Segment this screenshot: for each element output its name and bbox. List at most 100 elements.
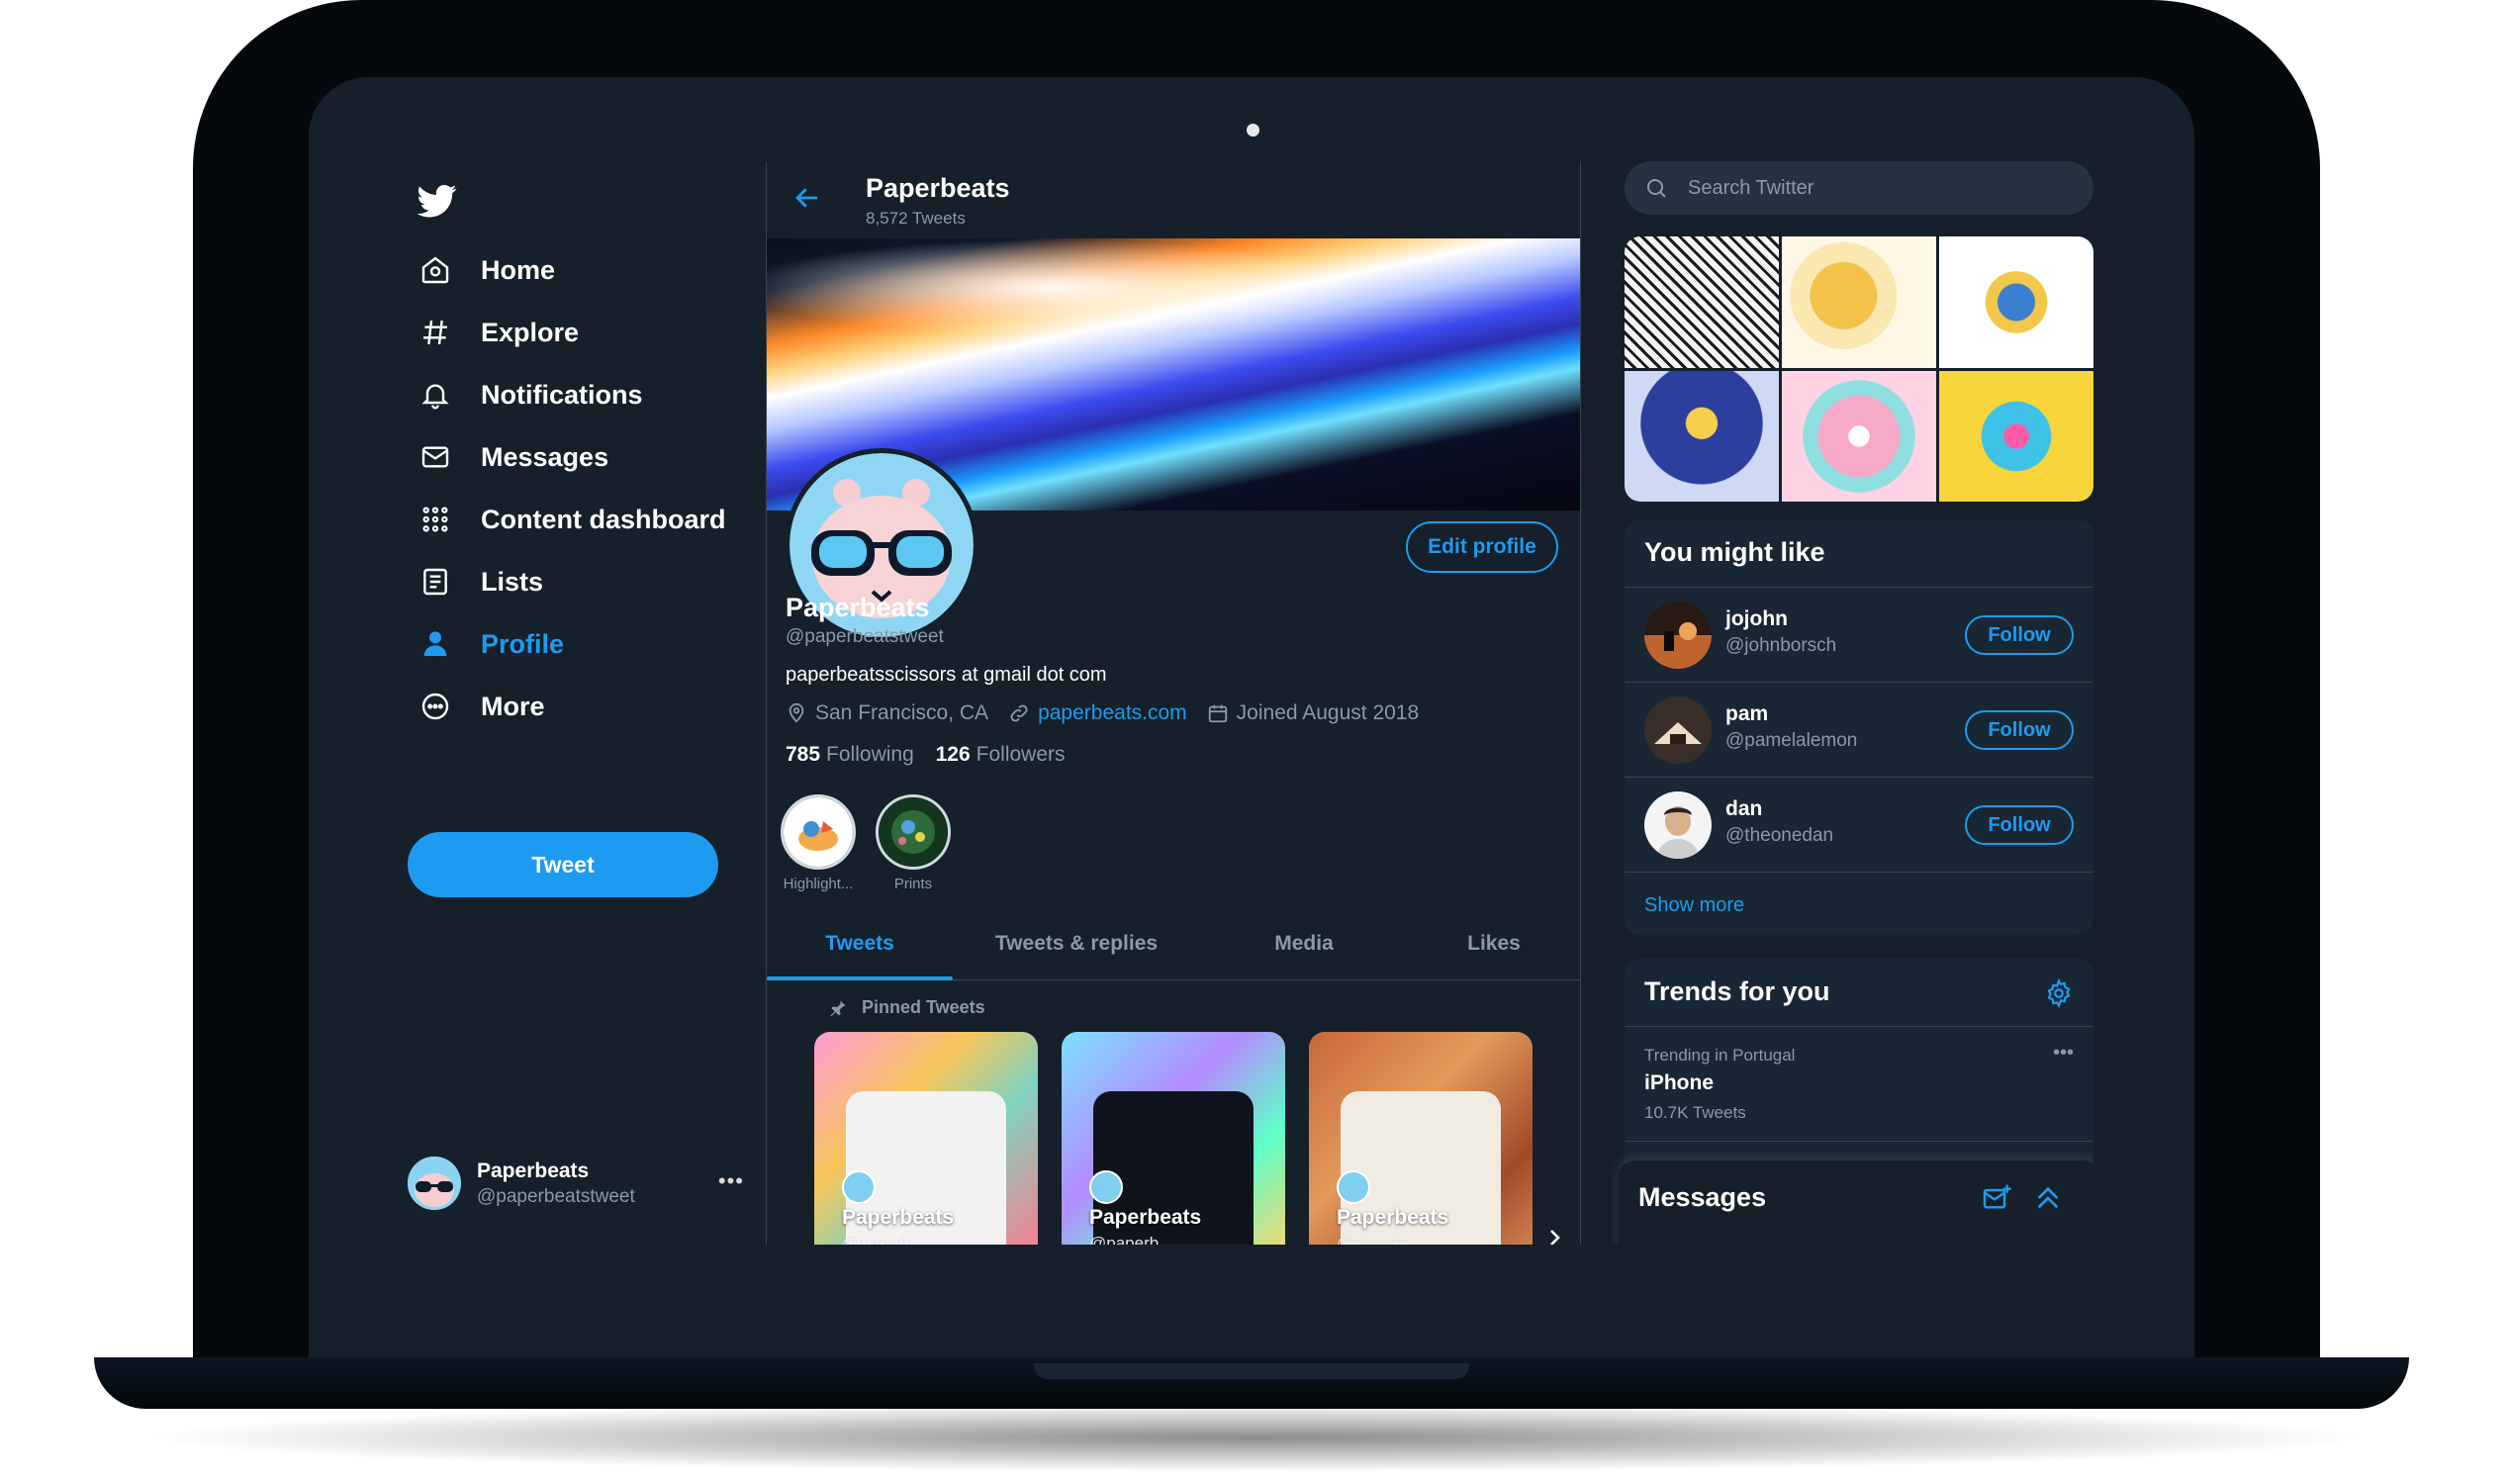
show-more-link[interactable]: Show more <box>1644 894 1744 917</box>
profile-joined: Joined August 2018 <box>1207 701 1420 725</box>
new-message-icon[interactable] <box>1981 1182 2012 1214</box>
nav-item-notifications[interactable]: Notifications <box>418 370 643 419</box>
account-menu-icon[interactable]: ••• <box>718 1168 744 1194</box>
divider <box>1625 1026 2093 1027</box>
nav-label-notifications: Notifications <box>481 379 643 410</box>
website-link[interactable]: paperbeats.com <box>1038 701 1187 725</box>
account-avatar <box>408 1157 461 1210</box>
highlight-thumbnail <box>876 794 951 870</box>
search-bar[interactable] <box>1625 161 2093 215</box>
search-input[interactable] <box>1686 175 2046 201</box>
nav-item-messages[interactable]: Messages <box>418 432 608 482</box>
media-thumbnail[interactable] <box>1939 370 2093 502</box>
suggestion-row[interactable]: dan @theonedan Follow <box>1625 777 2093 873</box>
nav-item-explore[interactable]: Explore <box>418 308 579 357</box>
media-thumbnail[interactable] <box>1625 370 1779 502</box>
nav-item-home[interactable]: Home <box>418 245 555 295</box>
tweet-button[interactable]: Tweet <box>408 832 718 897</box>
right-sidebar: You might like jojohn @johnborsch Follow… <box>1619 161 2093 1245</box>
person-icon <box>418 626 453 662</box>
nav-label-more: More <box>481 691 545 721</box>
follow-button[interactable]: Follow <box>1965 710 2074 750</box>
pinned-label: Pinned Tweets <box>862 997 985 1017</box>
pinned-tweet-card[interactable]: Paperbeats @paperb... <box>1309 1032 1533 1245</box>
avatar <box>1644 791 1712 859</box>
nav-label-messages: Messages <box>481 441 609 472</box>
location-pin-icon <box>789 702 804 723</box>
nav-label-lists: Lists <box>481 566 544 597</box>
trends-title: Trends for you <box>1644 976 1830 1006</box>
home-icon <box>418 252 453 288</box>
you-might-like-title: You might like <box>1644 537 1825 567</box>
tweet-count: 8,572 Tweets <box>866 209 966 228</box>
highlight-thumbnail <box>781 794 856 870</box>
suggestion-name: dan <box>1725 797 1763 820</box>
media-thumbnail[interactable] <box>1782 236 1936 368</box>
trend-menu-icon[interactable]: ••• <box>2053 1042 2074 1065</box>
twitter-app: Home Explore Notifications Messages Cont… <box>398 161 2093 1245</box>
avatar <box>1644 602 1712 669</box>
show-more-row[interactable]: Show more <box>1625 872 2093 935</box>
tab-media[interactable]: Media <box>1200 908 1408 979</box>
gear-icon[interactable] <box>2044 977 2074 1009</box>
bell-icon <box>418 377 453 413</box>
tab-likes[interactable]: Likes <box>1408 908 1580 979</box>
following-link[interactable]: 785 Following <box>786 743 914 766</box>
highlight-label: Highlight... <box>783 876 854 892</box>
follow-button[interactable]: Follow <box>1965 805 2074 845</box>
media-thumbnail[interactable] <box>1782 370 1936 502</box>
media-thumbnail[interactable] <box>1625 236 1779 368</box>
nav-item-more[interactable]: More <box>418 682 545 731</box>
tab-tweets-and-replies[interactable]: Tweets & replies <box>953 908 1200 979</box>
joined-text: Joined August 2018 <box>1236 701 1420 724</box>
messages-drawer[interactable]: Messages <box>1619 1160 2093 1245</box>
divider <box>1625 1141 2093 1142</box>
followers-label: Followers <box>976 743 1066 766</box>
twitter-bird-icon[interactable] <box>417 181 457 221</box>
account-switcher[interactable]: Paperbeats @paperbeatstweet ••• <box>408 1151 744 1216</box>
nav-item-lists[interactable]: Lists <box>418 557 543 606</box>
account-handle: @paperbeatstweet <box>477 1185 635 1207</box>
nav-label-explore: Explore <box>481 317 580 347</box>
suggestion-handle: @theonedan <box>1725 825 1834 846</box>
suggestion-handle: @pamelalemon <box>1725 730 1858 751</box>
more-circle-icon <box>418 689 453 724</box>
suggestion-row[interactable]: jojohn @johnborsch Follow <box>1625 587 2093 683</box>
chevron-right-icon[interactable] <box>1542 1226 1566 1245</box>
profile-meta: San Francisco, CA paperbeats.com Joined … <box>786 701 1439 725</box>
follow-button[interactable]: Follow <box>1965 615 2074 655</box>
suggestion-row[interactable]: pam @pamelalemon Follow <box>1625 682 2093 778</box>
profile-website[interactable]: paperbeats.com <box>1008 701 1187 725</box>
card-author-handle: @paperb... <box>1089 1234 1173 1245</box>
calendar-icon <box>1208 704 1227 723</box>
follow-stats: 785 Following 126 Followers <box>786 743 1081 767</box>
back-arrow-icon[interactable] <box>792 183 822 213</box>
page-title: Paperbeats <box>866 173 1010 203</box>
profile-bio: paperbeatsscissors at gmail dot com <box>786 664 1107 686</box>
highlight-item[interactable]: Prints <box>874 794 953 892</box>
edit-profile-button[interactable]: Edit profile <box>1406 521 1558 573</box>
tab-tweets[interactable]: Tweets <box>767 908 953 980</box>
laptop-hinge-notch <box>1034 1363 1469 1379</box>
left-navigation: Home Explore Notifications Messages Cont… <box>398 161 764 1245</box>
trend-name[interactable]: iPhone <box>1644 1071 1714 1095</box>
grid-icon <box>418 502 453 537</box>
messages-drawer-title: Messages <box>1638 1182 1767 1212</box>
followers-link[interactable]: 126 Followers <box>936 743 1066 766</box>
account-name: Paperbeats <box>477 1159 590 1182</box>
trend-context: Trending in Portugal <box>1644 1046 1796 1065</box>
highlight-item[interactable]: Highlight... <box>779 794 858 892</box>
profile-location: San Francisco, CA <box>786 701 988 725</box>
pinned-tweet-card[interactable]: Paperbeats @paperb... <box>1062 1032 1285 1245</box>
profile-tabs: Tweets Tweets & replies Media Likes <box>767 908 1580 980</box>
chevron-up-icon[interactable] <box>2032 1182 2064 1214</box>
pinned-tweet-card[interactable]: Paperbeats @paperb... <box>814 1032 1038 1245</box>
nav-label-home: Home <box>481 254 556 285</box>
suggestion-handle: @johnborsch <box>1725 635 1837 656</box>
nav-item-profile[interactable]: Profile <box>418 619 564 669</box>
media-gallery <box>1625 236 2093 502</box>
profile-handle: @paperbeatstweet <box>786 626 944 647</box>
nav-item-content-dashboard[interactable]: Content dashboard <box>418 495 726 544</box>
media-thumbnail[interactable] <box>1939 236 2093 368</box>
card-author-name: Paperbeats <box>1089 1206 1202 1229</box>
